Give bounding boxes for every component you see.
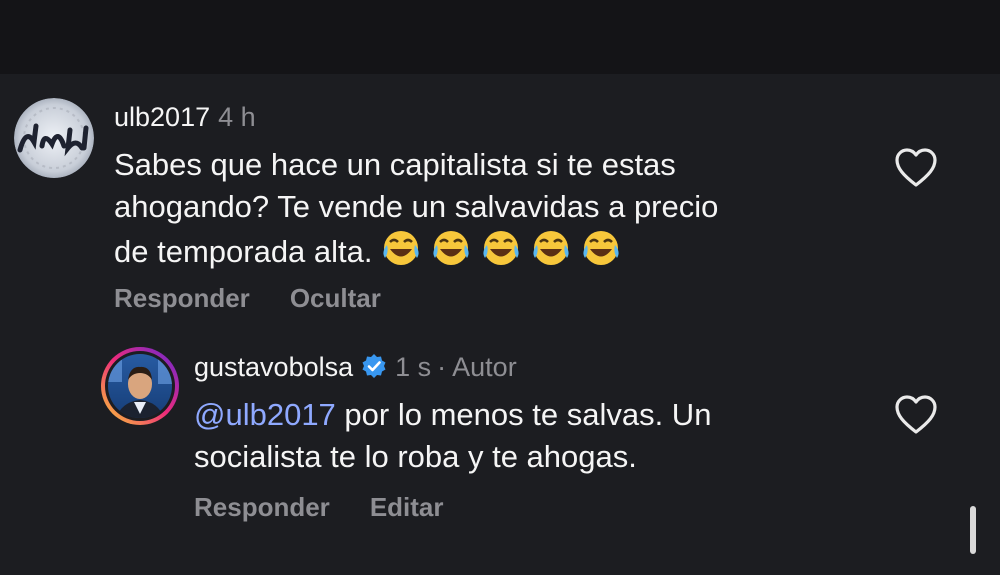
avatar-gustavobolsa[interactable] [100, 346, 180, 426]
heart-outline-icon[interactable] [893, 394, 939, 441]
scrollbar[interactable] [970, 506, 976, 554]
timestamp: 4 h [218, 102, 256, 132]
laughing-emoji-icon [382, 231, 419, 265]
comment-text-line3: de temporada alta. [114, 234, 373, 269]
separator-dot: · [437, 352, 447, 382]
username[interactable]: ulb2017 [114, 102, 210, 132]
laughing-emoji-group [379, 228, 629, 279]
verified-badge-icon [361, 353, 387, 386]
reply-button[interactable]: Responder [194, 492, 330, 522]
comment-text-line: @ulb2017 por lo menos te salvas. Un [194, 394, 711, 436]
comment-text-rest: por lo menos te salvas. Un [335, 397, 712, 432]
comment-header: ulb2017 4 h [114, 101, 256, 133]
hide-button[interactable]: Ocultar [290, 283, 381, 313]
comment-header: gustavobolsa 1 s · Autor [194, 351, 517, 386]
author-label: Autor [452, 352, 517, 382]
edit-button[interactable]: Editar [370, 492, 444, 522]
username[interactable]: gustavobolsa [194, 352, 353, 382]
comment-actions: Responder Ocultar [114, 283, 421, 314]
reply-button[interactable]: Responder [114, 283, 250, 313]
laughing-emoji-icon [582, 231, 619, 265]
comment-text-line: ahogando? Te vende un salvavidas a preci… [114, 189, 719, 224]
comment-text-line: socialista te lo roba y te ahogas. [194, 439, 637, 474]
laughing-emoji-icon [432, 231, 469, 265]
comment-text: Sabes que hace un capitalista si te esta… [114, 144, 718, 279]
mention-link[interactable]: @ulb2017 [194, 397, 336, 432]
laughing-emoji-icon [532, 231, 569, 265]
avatar-ulb2017[interactable] [14, 98, 94, 178]
top-band [0, 0, 1000, 74]
timestamp: 1 s [395, 352, 432, 382]
comment-actions: Responder Editar [194, 492, 484, 523]
comment-text: @ulb2017 por lo menos te salvas. Un soci… [194, 394, 711, 478]
heart-outline-icon[interactable] [893, 147, 939, 194]
comment-text-line: de temporada alta. [114, 228, 718, 279]
laughing-emoji-icon [482, 231, 519, 265]
comment-text-line: Sabes que hace un capitalista si te esta… [114, 147, 676, 182]
